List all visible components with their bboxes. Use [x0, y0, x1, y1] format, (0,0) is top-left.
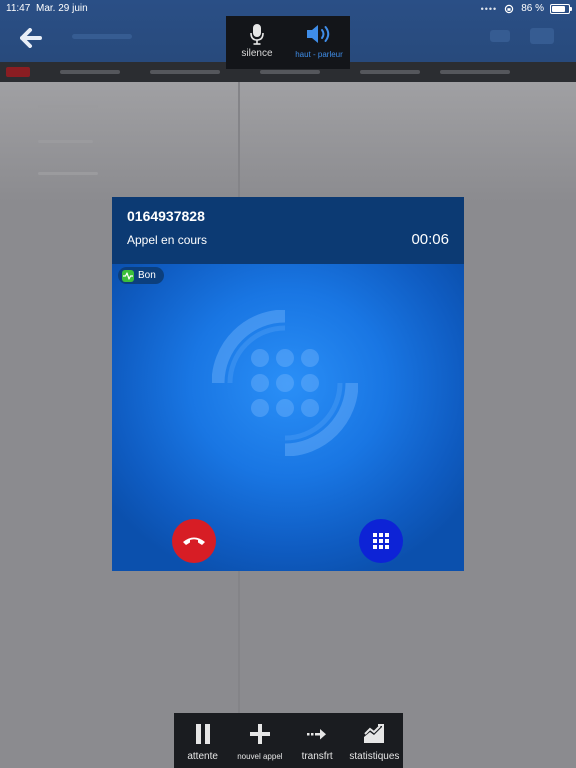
new-call-button[interactable]: nouvel appel — [231, 713, 288, 768]
background-nav-action — [490, 30, 510, 42]
hang-up-button[interactable] — [172, 519, 216, 563]
speaker-label: haut - parleur — [295, 50, 343, 59]
new-call-label: nouvel appel — [237, 752, 283, 761]
speaker-button[interactable]: haut - parleur — [288, 16, 350, 69]
battery-icon — [550, 3, 572, 14]
hold-label: attente — [187, 751, 218, 762]
hang-up-phone-icon — [183, 537, 205, 545]
background-list-line — [38, 140, 93, 143]
statistics-label: statistiques — [349, 751, 400, 762]
transfer-arrow-icon — [307, 722, 327, 746]
audio-toolbar: silence haut - parleur — [226, 16, 350, 69]
plus-icon — [249, 722, 270, 746]
call-timer: 00:06 — [411, 231, 449, 248]
background-list-line — [38, 105, 98, 108]
keypad-button[interactable] — [359, 519, 403, 563]
mute-label: silence — [241, 48, 273, 59]
microphone-icon — [250, 24, 264, 45]
statistics-button[interactable]: statistiques — [346, 713, 403, 768]
rotation-lock-icon — [505, 4, 514, 13]
background-list-line — [38, 172, 98, 175]
keypad-grid-icon — [373, 533, 389, 549]
transfer-label: transfrt — [301, 751, 333, 762]
call-status: Appel en cours — [127, 233, 208, 247]
pause-icon — [195, 722, 211, 746]
call-panel: 0164937828 Appel en cours 00:06 Bon — [112, 197, 464, 571]
status-date: Mar. 29 juin — [36, 3, 88, 14]
signal-quality-icon — [122, 269, 134, 282]
background-nav-title — [72, 34, 132, 39]
statistics-chart-icon — [363, 722, 385, 746]
status-time: 11:47 — [6, 3, 31, 14]
battery-percent: 86 % — [521, 3, 544, 14]
mute-button[interactable]: silence — [226, 16, 288, 69]
call-header: 0164937828 Appel en cours 00:06 — [112, 197, 464, 264]
status-indicators: •••• 86 % — [480, 3, 572, 14]
call-toolbar: attente nouvel appel transfrt statistiqu… — [174, 713, 403, 768]
transfer-button[interactable]: transfrt — [289, 713, 346, 768]
call-quality-label: Bon — [138, 270, 156, 281]
hold-button[interactable]: attente — [174, 713, 231, 768]
back-arrow-icon[interactable] — [20, 28, 42, 48]
dialpad-logo-icon — [212, 310, 358, 456]
caller-number: 0164937828 — [127, 208, 205, 224]
background-nav-action-2 — [530, 28, 554, 44]
call-quality-badge: Bon — [118, 267, 164, 284]
speaker-icon — [307, 25, 330, 43]
signal-dots-icon: •••• — [480, 3, 498, 14]
